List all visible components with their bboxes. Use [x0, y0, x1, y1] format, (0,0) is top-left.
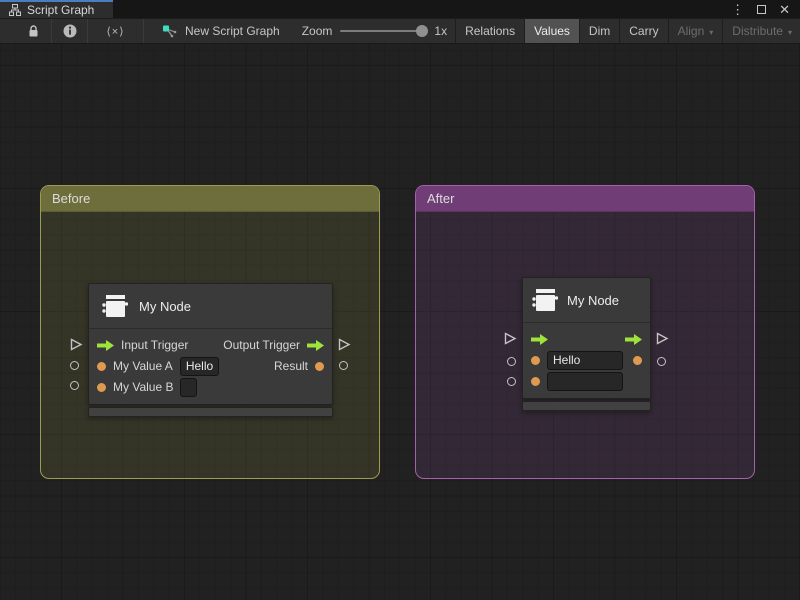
lock-button[interactable] — [16, 19, 52, 43]
chevron-down-icon: ▾ — [788, 28, 792, 37]
script-graph-window: Script Graph ⋮ ✕ ⟨×⟩ — [0, 0, 800, 600]
relations-button[interactable]: Relations — [455, 19, 524, 43]
carry-button[interactable]: Carry — [619, 19, 667, 43]
node-my-node-before[interactable]: My Node Input Trigger Output Trigger — [88, 283, 333, 417]
code-icon: ⟨×⟩ — [106, 25, 124, 38]
zoom-label: Zoom — [302, 24, 333, 38]
value-b-port[interactable]: My Value B — [97, 378, 197, 397]
distribute-dropdown[interactable]: Distribute ▾ — [722, 19, 800, 43]
result-port[interactable]: Result — [274, 359, 324, 373]
lock-icon — [28, 25, 39, 38]
window-controls: ⋮ ✕ — [731, 0, 800, 18]
external-data-output[interactable] — [339, 361, 348, 370]
tab-script-graph[interactable]: Script Graph — [0, 0, 113, 18]
close-icon[interactable]: ✕ — [779, 3, 790, 16]
unit-icon — [102, 295, 128, 318]
zoom-slider[interactable] — [340, 30, 426, 32]
node-footer — [88, 407, 333, 417]
tab-title: Script Graph — [27, 3, 94, 17]
chevron-down-icon: ▾ — [709, 28, 713, 37]
dim-button[interactable]: Dim — [579, 19, 619, 43]
external-data-output[interactable] — [657, 357, 666, 366]
value-a-input[interactable] — [180, 357, 219, 376]
external-flow-input[interactable] — [70, 338, 83, 351]
unit-icon — [532, 289, 558, 312]
data-port-icon — [633, 356, 642, 365]
external-data-input-b[interactable] — [507, 377, 516, 386]
flow-arrow-icon — [625, 334, 642, 345]
flow-arrow-icon — [97, 340, 114, 351]
title-bar: Script Graph ⋮ ✕ — [0, 0, 800, 18]
output-trigger-port[interactable] — [625, 334, 642, 345]
zoom-slider-handle[interactable] — [416, 25, 428, 37]
maximize-icon[interactable] — [757, 5, 766, 14]
window-menu-icon[interactable]: ⋮ — [731, 3, 744, 16]
external-data-input-b[interactable] — [70, 381, 79, 390]
data-port-icon — [97, 362, 106, 371]
code-preview-button[interactable]: ⟨×⟩ — [88, 19, 144, 43]
node-footer — [522, 401, 651, 411]
value-b-input[interactable] — [547, 372, 623, 391]
external-flow-output[interactable] — [338, 338, 351, 351]
node-header[interactable]: My Node — [523, 278, 650, 323]
group-title: Before — [52, 191, 90, 206]
node-title: My Node — [567, 293, 619, 308]
external-flow-input[interactable] — [504, 332, 517, 345]
graph-name: New Script Graph — [185, 24, 280, 38]
result-port[interactable] — [633, 356, 642, 365]
zoom-control: Zoom 1x — [294, 19, 455, 43]
data-port-icon — [315, 362, 324, 371]
output-trigger-port[interactable]: Output Trigger — [223, 338, 324, 352]
group-title: After — [427, 191, 454, 206]
hierarchy-icon — [9, 4, 21, 16]
node-my-node-after[interactable]: My Node — [522, 277, 651, 411]
zoom-value: 1x — [434, 24, 447, 38]
flow-port-outline-icon — [70, 338, 83, 351]
value-a-port[interactable]: My Value A — [97, 357, 219, 376]
toolbar-buttons: Relations Values Dim Carry Align ▾ Distr… — [455, 19, 800, 43]
group-after-header[interactable]: After — [416, 186, 754, 212]
value-b-input[interactable] — [180, 378, 197, 397]
external-data-input-a[interactable] — [507, 357, 516, 366]
graph-identity[interactable]: New Script Graph — [144, 19, 294, 43]
align-dropdown[interactable]: Align ▾ — [668, 19, 723, 43]
input-trigger-port[interactable]: Input Trigger — [97, 338, 188, 352]
graph-canvas[interactable]: Before After My Node — [0, 44, 800, 600]
data-port-icon — [531, 356, 540, 365]
graph-icon — [162, 25, 177, 38]
info-button[interactable] — [52, 19, 88, 43]
group-before-header[interactable]: Before — [41, 186, 379, 212]
flow-port-outline-icon — [338, 338, 351, 351]
data-port-icon — [531, 377, 540, 386]
values-button[interactable]: Values — [524, 19, 579, 43]
flow-arrow-icon — [307, 340, 324, 351]
value-b-port[interactable] — [531, 372, 623, 391]
flow-port-outline-icon — [504, 332, 517, 345]
node-header[interactable]: My Node — [89, 284, 332, 329]
value-a-port[interactable] — [531, 351, 623, 370]
flow-port-outline-icon — [656, 332, 669, 345]
flow-arrow-icon — [531, 334, 548, 345]
external-flow-output[interactable] — [656, 332, 669, 345]
input-trigger-port[interactable] — [531, 334, 548, 345]
data-port-icon — [97, 383, 106, 392]
graph-toolbar: ⟨×⟩ New Script Graph Zoom 1x Relations — [0, 18, 800, 44]
info-icon — [63, 24, 77, 38]
value-a-input[interactable] — [547, 351, 623, 370]
external-data-input-a[interactable] — [70, 361, 79, 370]
node-title: My Node — [139, 299, 191, 314]
